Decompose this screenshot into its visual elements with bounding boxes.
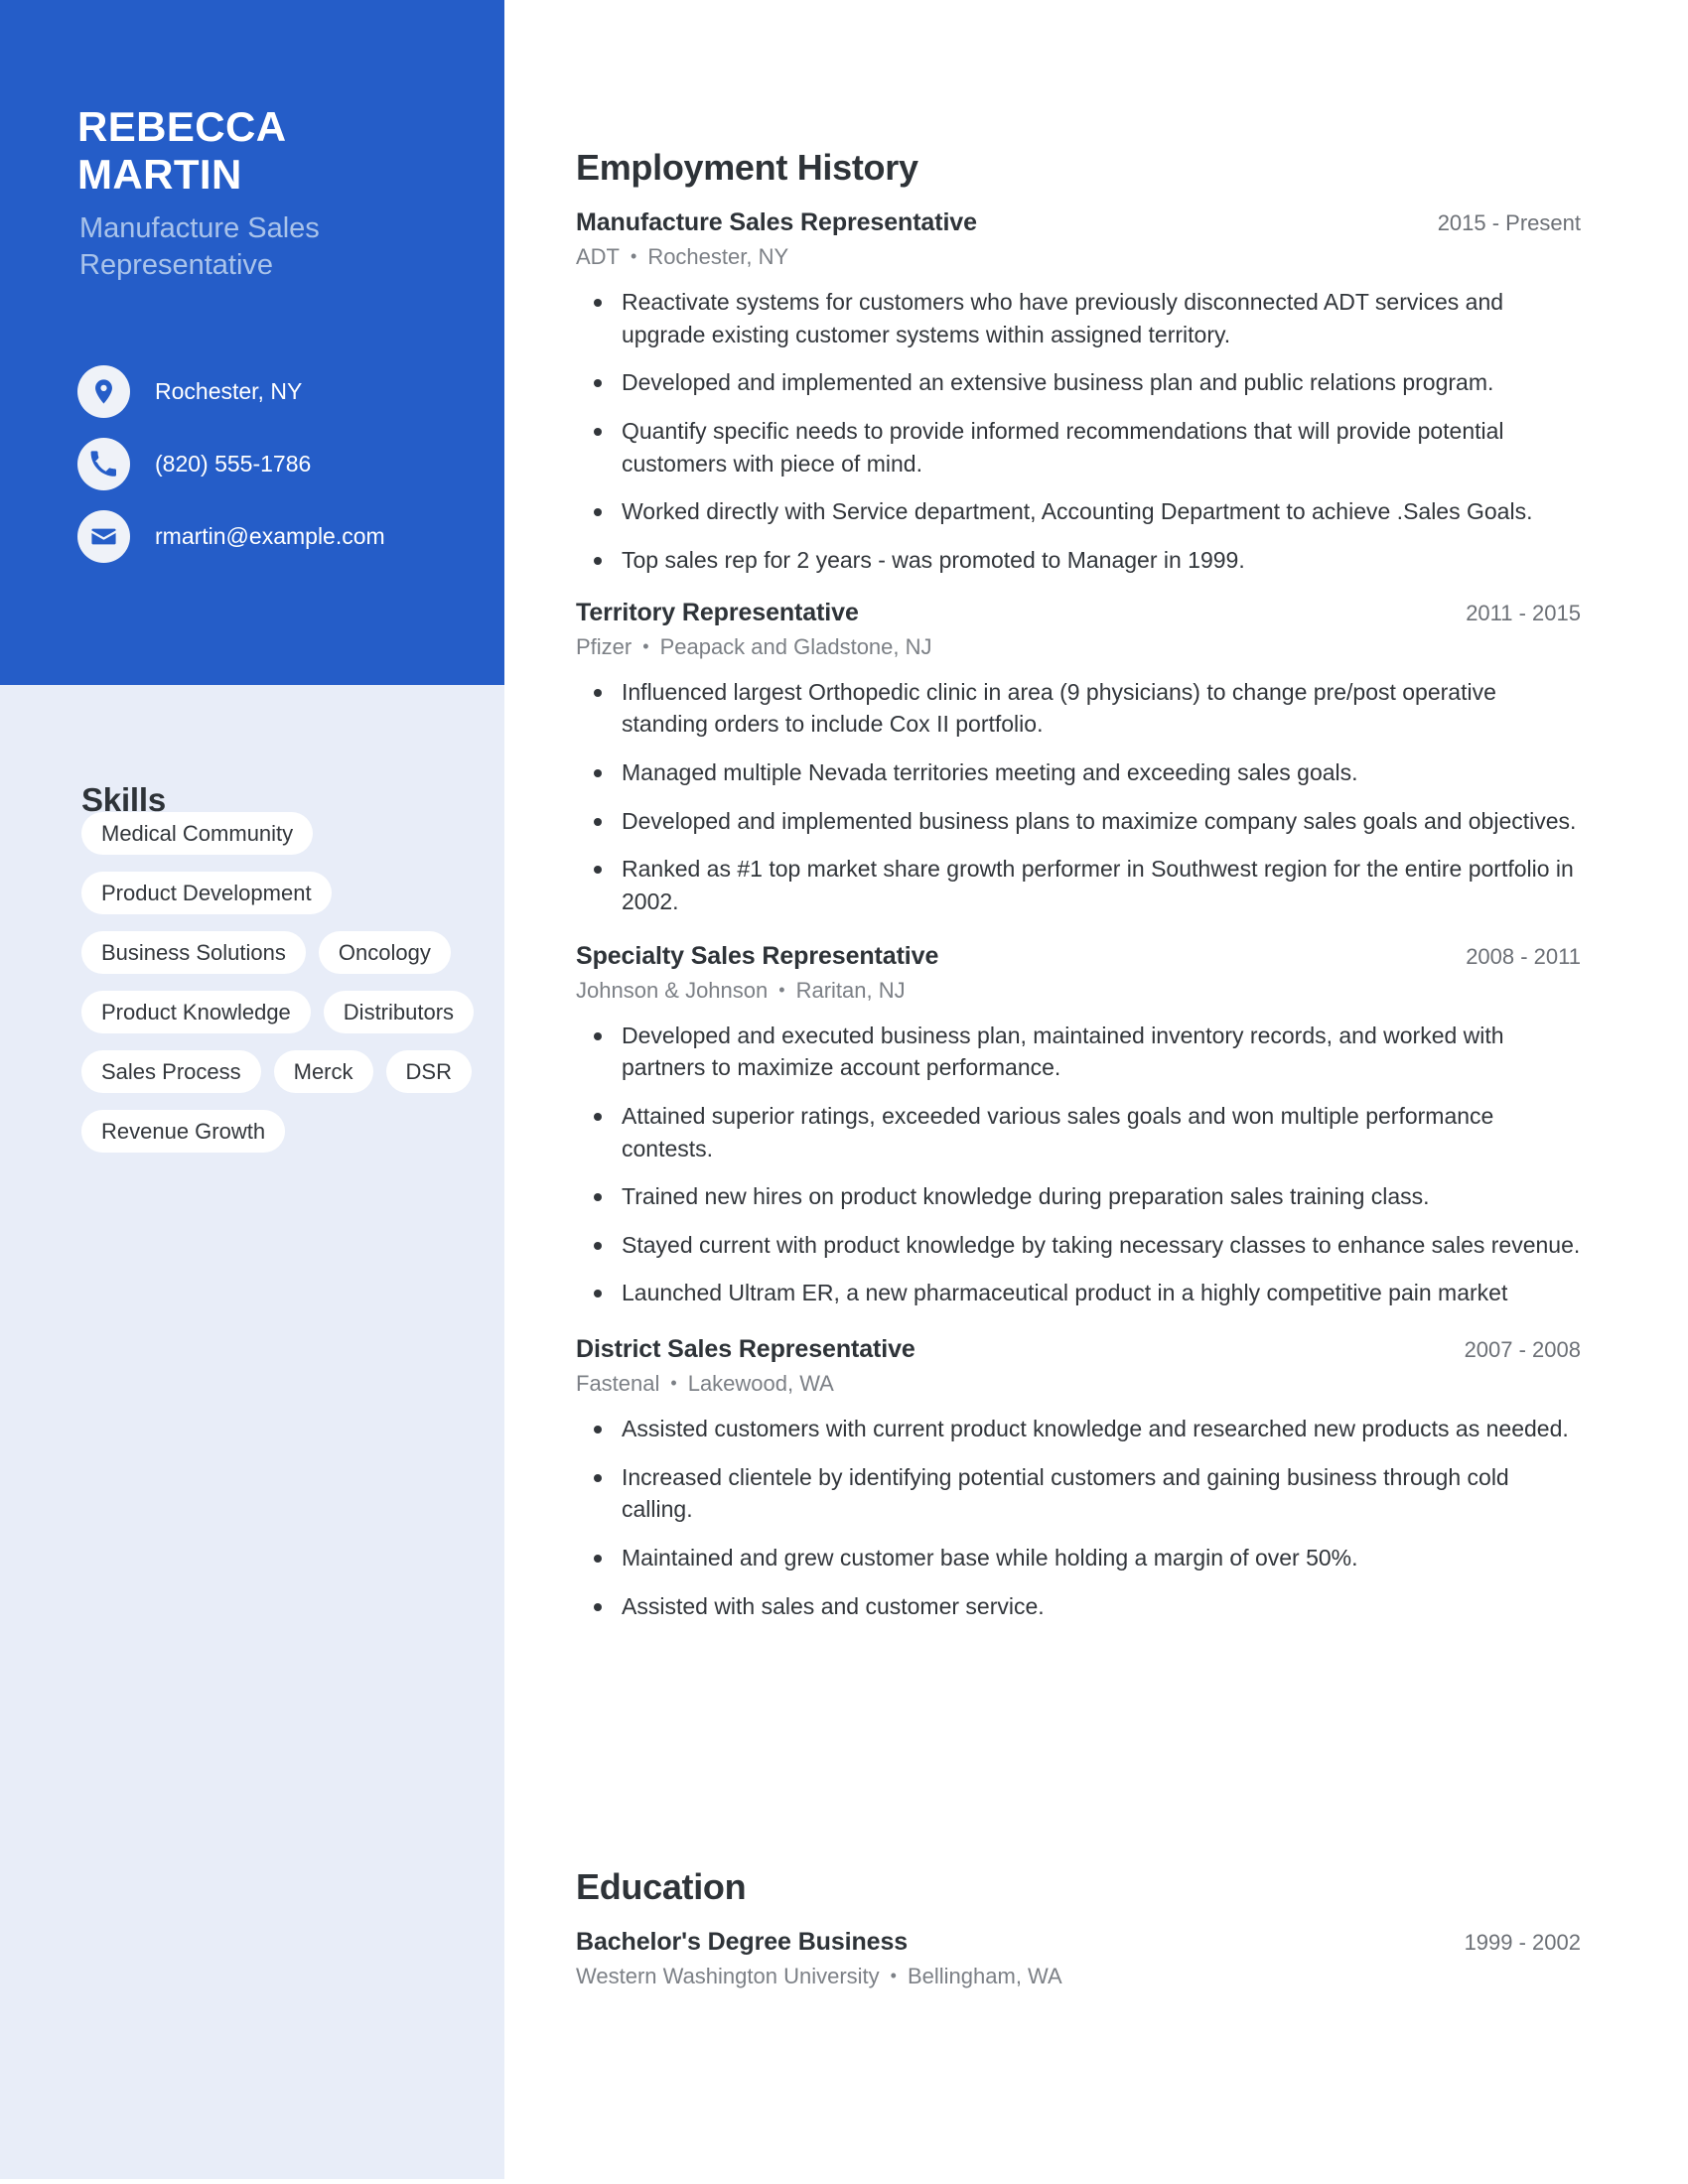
skills-chip-list: Medical Community Product Development Bu… bbox=[81, 812, 489, 1169]
entry-location: Peapack and Gladstone, NJ bbox=[659, 633, 932, 659]
bullet-item: Assisted customers with current product … bbox=[576, 1413, 1581, 1445]
entry-header: Territory Representative 2011 - 2015 bbox=[576, 599, 1581, 627]
bullet-item: Attained superior ratings, exceeded vari… bbox=[576, 1100, 1581, 1164]
email-text: rmartin@example.com bbox=[155, 523, 385, 549]
employment-entry: Manufacture Sales Representative 2015 - … bbox=[576, 208, 1581, 577]
contact-phone: (820) 555-1786 bbox=[77, 438, 475, 490]
entry-header: Specialty Sales Representative 2008 - 20… bbox=[576, 942, 1581, 971]
entry-company: ADT bbox=[576, 244, 620, 269]
entry-company-location: Fastenal • Lakewood, WA bbox=[576, 1371, 1581, 1397]
envelope-icon bbox=[77, 510, 130, 563]
entry-location: Rochester, NY bbox=[647, 244, 789, 269]
phone-text: (820) 555-1786 bbox=[155, 451, 312, 477]
bullet-item: Worked directly with Service department,… bbox=[576, 495, 1581, 528]
skill-chip[interactable]: Revenue Growth bbox=[81, 1110, 286, 1153]
entry-dates: 2011 - 2015 bbox=[1466, 600, 1581, 625]
employment-history-heading: Employment History bbox=[576, 147, 918, 188]
resume-page: REBECCA MARTIN Manufacture Sales Represe… bbox=[0, 0, 1688, 2184]
entry-bullet-list: Influenced largest Orthopedic clinic in … bbox=[576, 676, 1581, 918]
entry-location: Lakewood, WA bbox=[687, 1371, 834, 1397]
education-entry: Bachelor's Degree Business 1999 - 2002 W… bbox=[576, 1928, 1581, 1989]
bullet-item: Developed and executed business plan, ma… bbox=[576, 1020, 1581, 1084]
employment-entry: Territory Representative 2011 - 2015 Pfi… bbox=[576, 599, 1581, 918]
separator-dot: • bbox=[778, 979, 785, 1000]
entry-dates: 2008 - 2011 bbox=[1466, 943, 1581, 969]
bullet-item: Assisted with sales and customer service… bbox=[576, 1590, 1581, 1623]
bullet-item: Influenced largest Orthopedic clinic in … bbox=[576, 676, 1581, 741]
bullet-item: Increased clientele by identifying poten… bbox=[576, 1461, 1581, 1526]
entry-job-title: Territory Representative bbox=[576, 598, 859, 626]
skill-chip[interactable]: DSR bbox=[385, 1050, 472, 1093]
skill-chip[interactable]: Product Development bbox=[81, 872, 332, 914]
entry-company: Pfizer bbox=[576, 633, 633, 659]
bullet-item: Ranked as #1 top market share growth per… bbox=[576, 853, 1581, 917]
employment-history-section: Employment History Manufacture Sales Rep… bbox=[576, 147, 1581, 1638]
skill-chip[interactable]: Oncology bbox=[318, 931, 451, 974]
entry-company: Johnson & Johnson bbox=[576, 977, 769, 1003]
entry-school: Western Washington University bbox=[576, 1964, 880, 1988]
contact-list: Rochester, NY (820) 555-1786 rmartin@exa… bbox=[77, 365, 475, 583]
entry-bullet-list: Developed and executed business plan, ma… bbox=[576, 1020, 1581, 1310]
job-title-line-1: Manufacture Sales bbox=[79, 212, 320, 244]
main-column: Employment History Manufacture Sales Rep… bbox=[504, 0, 1688, 2184]
job-title-line-2: Representative bbox=[79, 249, 274, 282]
entry-job-title: Manufacture Sales Representative bbox=[576, 208, 977, 236]
entry-job-title: District Sales Representative bbox=[576, 1335, 915, 1364]
entry-company-location: ADT • Rochester, NY bbox=[576, 244, 1581, 270]
phone-icon bbox=[77, 438, 130, 490]
last-name: MARTIN bbox=[77, 150, 242, 198]
candidate-job-title: Manufacture Sales Representative bbox=[79, 210, 467, 284]
entry-degree-title: Bachelor's Degree Business bbox=[576, 1928, 909, 1956]
entry-company: Fastenal bbox=[576, 1371, 660, 1397]
separator-dot: • bbox=[670, 1373, 677, 1394]
location-text: Rochester, NY bbox=[155, 378, 303, 404]
employment-entry: Specialty Sales Representative 2008 - 20… bbox=[576, 942, 1581, 1310]
skill-chip[interactable]: Distributors bbox=[323, 991, 475, 1033]
candidate-name: REBECCA MARTIN bbox=[77, 103, 475, 198]
sidebar: REBECCA MARTIN Manufacture Sales Represe… bbox=[0, 0, 504, 2179]
entry-school-location: Western Washington University • Bellingham… bbox=[576, 1964, 1581, 1989]
entry-dates: 1999 - 2002 bbox=[1464, 1930, 1581, 1955]
entry-dates: 2007 - 2008 bbox=[1464, 1337, 1581, 1363]
bullet-item: Developed and implemented an extensive b… bbox=[576, 366, 1581, 399]
skill-chip[interactable]: Business Solutions bbox=[81, 931, 306, 974]
skill-chip[interactable]: Merck bbox=[273, 1050, 373, 1093]
bullet-item: Trained new hires on product knowledge d… bbox=[576, 1180, 1581, 1213]
skill-chip[interactable]: Medical Community bbox=[81, 812, 314, 855]
contact-email: rmartin@example.com bbox=[77, 510, 475, 563]
entry-location: Bellingham, WA bbox=[907, 1964, 1062, 1988]
education-heading: Education bbox=[576, 1866, 747, 1907]
sidebar-header: REBECCA MARTIN Manufacture Sales Represe… bbox=[0, 0, 504, 685]
employment-entry: District Sales Representative 2007 - 200… bbox=[576, 1335, 1581, 1622]
bullet-item: Top sales rep for 2 years - was promoted… bbox=[576, 544, 1581, 577]
separator-dot: • bbox=[890, 1966, 897, 1985]
entry-location: Raritan, NJ bbox=[795, 977, 906, 1003]
map-pin-icon bbox=[77, 365, 130, 418]
bullet-item: Stayed current with product knowledge by… bbox=[576, 1229, 1581, 1262]
bullet-item: Managed multiple Nevada territories meet… bbox=[576, 756, 1581, 789]
skill-chip[interactable]: Sales Process bbox=[81, 1050, 261, 1093]
contact-location: Rochester, NY bbox=[77, 365, 475, 418]
bullet-item: Launched Ultram ER, a new pharmaceutical… bbox=[576, 1277, 1581, 1309]
entry-dates: 2015 - Present bbox=[1437, 210, 1581, 235]
entry-header: District Sales Representative 2007 - 200… bbox=[576, 1335, 1581, 1364]
skill-chip[interactable]: Product Knowledge bbox=[81, 991, 311, 1033]
entry-header: Bachelor's Degree Business 1999 - 2002 bbox=[576, 1928, 1581, 1957]
entry-bullet-list: Reactivate systems for customers who hav… bbox=[576, 286, 1581, 577]
entry-company-location: Johnson & Johnson • Raritan, NJ bbox=[576, 978, 1581, 1004]
bullet-item: Reactivate systems for customers who hav… bbox=[576, 286, 1581, 350]
entry-company-location: Pfizer • Peapack and Gladstone, NJ bbox=[576, 634, 1581, 660]
bullet-item: Maintained and grew customer base while … bbox=[576, 1542, 1581, 1574]
bullet-item: Developed and implemented business plans… bbox=[576, 805, 1581, 838]
separator-dot: • bbox=[642, 635, 649, 656]
separator-dot: • bbox=[631, 246, 637, 266]
education-section: Education Bachelor's Degree Business 199… bbox=[576, 1866, 1581, 1995]
entry-bullet-list: Assisted customers with current product … bbox=[576, 1413, 1581, 1622]
bullet-item: Quantify specific needs to provide infor… bbox=[576, 415, 1581, 479]
entry-job-title: Specialty Sales Representative bbox=[576, 941, 939, 970]
first-name: REBECCA bbox=[77, 103, 287, 151]
entry-header: Manufacture Sales Representative 2015 - … bbox=[576, 208, 1581, 237]
